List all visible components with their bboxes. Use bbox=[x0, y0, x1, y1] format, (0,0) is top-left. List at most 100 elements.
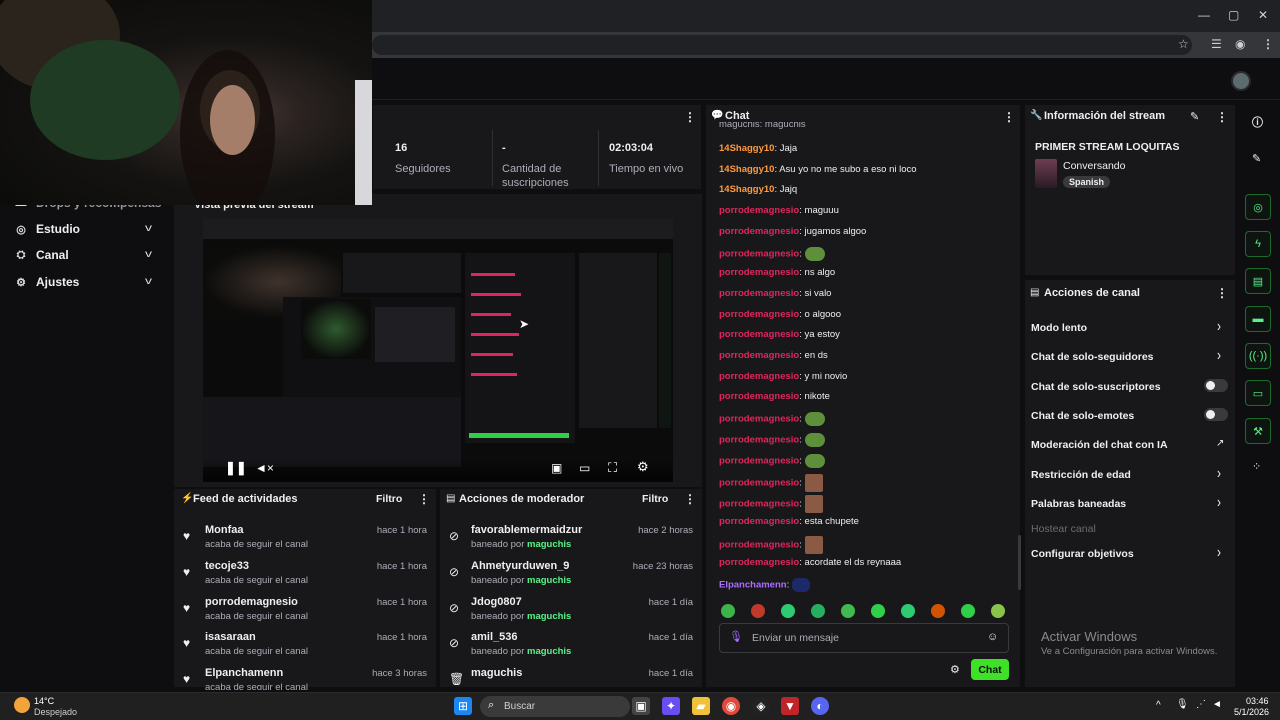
chat-username[interactable]: porrodemagnesio bbox=[719, 226, 799, 237]
moderator-name[interactable]: maguchis bbox=[527, 575, 571, 586]
chat-message[interactable]: porrodemagnesio: bbox=[719, 246, 825, 261]
chat-message[interactable]: porrodemagnesio: esta chupete bbox=[719, 516, 859, 527]
emote-button[interactable] bbox=[931, 604, 945, 618]
category-box-art[interactable] bbox=[1035, 159, 1057, 188]
layout-icon[interactable]: ▭ bbox=[1245, 380, 1271, 406]
nav-item-estudio[interactable]: ◎ Estudio bbox=[14, 218, 80, 240]
chat-message[interactable]: 14Shaggy10: Jajq bbox=[719, 184, 797, 195]
maximize-button[interactable]: ▢ bbox=[1228, 8, 1239, 22]
theater-icon[interactable]: ▭ bbox=[579, 461, 590, 475]
chat-username[interactable]: porrodemagnesio bbox=[719, 498, 799, 509]
chat-username[interactable]: porrodemagnesio bbox=[719, 350, 799, 361]
emote-button[interactable] bbox=[901, 604, 915, 618]
chat-username[interactable]: porrodemagnesio bbox=[719, 371, 799, 382]
chat-username[interactable]: porrodemagnesio bbox=[719, 205, 799, 216]
emote-button[interactable] bbox=[811, 604, 825, 618]
chat-username[interactable]: porrodemagnesio bbox=[719, 478, 799, 489]
activity-filter-button[interactable]: Filtro bbox=[376, 493, 402, 505]
taskbar-search[interactable] bbox=[480, 696, 630, 717]
chat-message[interactable]: porrodemagnesio: maguuu bbox=[719, 205, 839, 216]
wrench-icon[interactable]: ⚒ bbox=[1245, 418, 1271, 444]
discord-icon[interactable]: ◐ bbox=[811, 697, 829, 715]
stream-preview-video[interactable]: ❚❚ ◄× ▣ ▭ ⛶ ⚙ ➤ bbox=[203, 219, 673, 482]
list-item[interactable]: ⊘ Ahmetyurduwen_9 baneado por maguchis hace… bbox=[439, 558, 703, 594]
media-controls-icon[interactable]: ☰ bbox=[1211, 37, 1222, 51]
chat-username[interactable]: 14Shaggy10 bbox=[719, 164, 774, 175]
chat-username[interactable]: porrodemagnesio bbox=[719, 329, 799, 340]
chat-username[interactable]: Elpanchamenn bbox=[719, 579, 787, 590]
app-icon[interactable]: ▼ bbox=[781, 697, 799, 715]
copilot-icon[interactable]: ✦ bbox=[662, 697, 680, 715]
broadcast-icon[interactable]: ((·)) bbox=[1245, 343, 1271, 369]
tray-chevron-icon[interactable]: ^ bbox=[1156, 700, 1161, 711]
browser-menu-icon[interactable]: ⋮ bbox=[1262, 37, 1274, 51]
chat-message[interactable]: porrodemagnesio: jugamos algoo bbox=[719, 226, 866, 237]
external-link-icon[interactable]: ↗ bbox=[1216, 438, 1224, 449]
emotes-only-toggle[interactable] bbox=[1204, 408, 1228, 421]
emoji-picker-icon[interactable]: ☺ bbox=[987, 631, 998, 643]
chat-message[interactable]: 14Shaggy10: Jaja bbox=[719, 143, 797, 154]
chat-emote[interactable] bbox=[804, 432, 825, 447]
chat-message[interactable]: porrodemagnesio: bbox=[719, 432, 825, 447]
list-item[interactable]: 🗑 maguchis hace 1 día bbox=[439, 665, 703, 688]
task-view-icon[interactable]: ▣ bbox=[632, 697, 650, 715]
chat-bubble-icon[interactable]: ▬ bbox=[1245, 306, 1271, 332]
chat-scrollbar[interactable] bbox=[1018, 535, 1021, 590]
action-slow-mode[interactable]: Modo lento bbox=[1031, 322, 1087, 334]
list-item[interactable]: ⊘ amil_536 baneado por maguchis hace 1 día bbox=[439, 629, 703, 665]
subs-only-toggle[interactable] bbox=[1204, 379, 1228, 392]
kebab-icon[interactable]: ⋮ bbox=[684, 492, 696, 506]
clipboard-icon[interactable]: ▤ bbox=[1245, 268, 1271, 294]
chat-message[interactable]: porrodemagnesio: acordate el ds reynaaa bbox=[719, 557, 901, 568]
action-followers-only[interactable]: Chat de solo-seguidores bbox=[1031, 351, 1154, 363]
settings-gear-icon[interactable]: ⚙ bbox=[637, 459, 649, 475]
chat-username[interactable]: porrodemagnesio bbox=[719, 414, 799, 425]
chevron-right-icon[interactable]: › bbox=[1217, 543, 1221, 561]
chat-emote[interactable] bbox=[804, 246, 825, 261]
info-icon[interactable]: ⓘ bbox=[1252, 114, 1263, 130]
chevron-down-icon[interactable]: v bbox=[145, 276, 152, 287]
chat-username[interactable]: porrodemagnesio bbox=[719, 248, 799, 259]
minimize-button[interactable]: — bbox=[1198, 8, 1210, 22]
chat-message[interactable]: 14Shaggy10: Asu yo no me subo a eso ni l… bbox=[719, 164, 917, 175]
chat-message[interactable]: porrodemagnesio: y mi novio bbox=[719, 371, 847, 382]
windows-start-icon[interactable]: ⊞ bbox=[454, 697, 472, 715]
profile-icon[interactable]: ◉ bbox=[1235, 37, 1245, 51]
bookmark-star-icon[interactable]: ☆ bbox=[1178, 37, 1189, 51]
chat-username[interactable]: porrodemagnesio bbox=[719, 455, 799, 466]
chat-emote[interactable] bbox=[804, 536, 823, 555]
nav-item-canal[interactable]: ⛭ Canal bbox=[14, 244, 69, 266]
chat-username[interactable]: 14Shaggy10 bbox=[719, 143, 774, 154]
chat-emote[interactable] bbox=[804, 412, 825, 427]
chevron-right-icon[interactable]: › bbox=[1217, 493, 1221, 511]
action-banned-words[interactable]: Palabras baneadas bbox=[1031, 498, 1126, 510]
pause-icon[interactable]: ❚❚ bbox=[225, 460, 247, 476]
list-item[interactable]: ♥ porrodemagnesio acaba de seguir el canal… bbox=[173, 594, 437, 630]
chat-username[interactable]: porrodemagnesio bbox=[719, 557, 799, 568]
app-icon[interactable]: ◈ bbox=[752, 697, 770, 715]
microphone-icon[interactable]: 🎙 bbox=[1176, 699, 1189, 710]
moderator-name[interactable]: maguchis bbox=[527, 646, 571, 657]
chat-message[interactable]: porrodemagnesio: bbox=[719, 494, 823, 513]
emote-button[interactable] bbox=[781, 604, 795, 618]
emote-button[interactable] bbox=[961, 604, 975, 618]
edit-pencil-icon[interactable]: ✎ bbox=[1252, 152, 1261, 165]
chevron-right-icon[interactable]: › bbox=[1217, 346, 1221, 364]
chat-message[interactable]: porrodemagnesio: si valo bbox=[719, 288, 831, 299]
address-bar[interactable] bbox=[372, 35, 1192, 55]
volume-icon[interactable]: ◄ bbox=[1212, 699, 1222, 710]
chevron-down-icon[interactable]: v bbox=[145, 223, 152, 234]
network-icon[interactable]: ⋰ bbox=[1196, 699, 1206, 710]
chat-emote[interactable] bbox=[804, 453, 825, 468]
chat-emote[interactable] bbox=[804, 494, 823, 513]
chevron-right-icon[interactable]: › bbox=[1217, 317, 1221, 335]
chat-message[interactable]: porrodemagnesio: nikote bbox=[719, 391, 830, 402]
emote-button[interactable] bbox=[841, 604, 855, 618]
mod-filter-button[interactable]: Filtro bbox=[642, 493, 668, 505]
chat-username[interactable]: 14Shaggy10 bbox=[719, 184, 774, 195]
chat-message[interactable]: porrodemagnesio: ya estoy bbox=[719, 329, 840, 340]
kebab-icon[interactable]: ⋮ bbox=[1216, 286, 1228, 300]
weather-icon[interactable] bbox=[14, 697, 30, 713]
kebab-icon[interactable]: ⋮ bbox=[418, 492, 430, 506]
pip-icon[interactable]: ▣ bbox=[551, 461, 562, 475]
